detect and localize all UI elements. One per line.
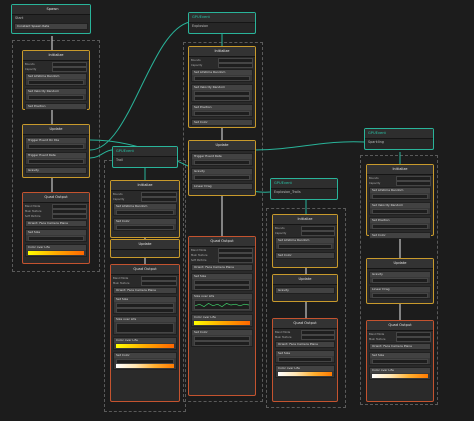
explosion-initialize[interactable]: Initialize Bounds Capacity Set Lifetime … (188, 46, 256, 128)
event-trail[interactable]: GPUEvent Trail (112, 146, 178, 168)
et-out-block-3[interactable]: Color over Life (275, 365, 335, 378)
main-initialize-title: Initialize (23, 51, 89, 61)
expl-upd-block-2[interactable]: Gravity (191, 168, 253, 181)
spawner-title: Spawn (12, 5, 90, 15)
sparkling-output[interactable]: Quad Output Blend Mode Main Texture Orie… (366, 320, 434, 402)
et-upd-block-1[interactable]: Gravity (275, 287, 335, 294)
main-update-title: Update (23, 125, 89, 135)
trail-out-block-3[interactable]: Size over Life (113, 316, 177, 335)
sp-out-block-2[interactable]: Set Size (369, 352, 431, 365)
sp-init-block-3[interactable]: Set Position (369, 217, 431, 230)
trail-out-block-4[interactable]: Color over Life (113, 337, 177, 350)
main-init-block-2[interactable]: Set Velocity Random (25, 88, 87, 101)
sp-out-block-3[interactable]: Color over Life (369, 367, 431, 380)
expl-out-block-2[interactable]: Set Size (191, 273, 253, 291)
spawner-start: Start (15, 16, 24, 20)
main-output[interactable]: Quad Output Blend Mode Main Texture Soft… (22, 192, 90, 264)
expl-upd-block-1[interactable]: Trigger Event Rate (191, 153, 253, 166)
expl-init-block-1[interactable]: Set Lifetime Random (191, 69, 253, 82)
sp-init-block-2[interactable]: Set Velocity Random (369, 202, 431, 215)
main-output-title: Quad Output (23, 193, 89, 203)
main-upd-block-1[interactable]: Trigger Event On Die (25, 137, 87, 150)
explosion-output[interactable]: Quad Output Blend Mode Main Texture Soft… (188, 236, 256, 396)
sparkling-initialize[interactable]: Initialize Bounds Capacity Set Lifetime … (366, 164, 434, 239)
trail-initialize[interactable]: Initialize Bounds Capacity Set Lifetime … (110, 180, 180, 238)
sp-upd-block-2[interactable]: Linear Drag (369, 286, 431, 299)
sparkling-update[interactable]: Update Gravity Linear Drag (366, 258, 434, 304)
main-init-block-1[interactable]: Set Lifetime Random (25, 73, 87, 86)
sp-upd-block-1[interactable]: Gravity (369, 271, 431, 284)
trail-init-block-2[interactable]: Set Color (113, 218, 177, 231)
expl-init-block-3[interactable]: Set Position (191, 104, 253, 117)
expl-out-block-1[interactable]: Orient: Face Camera Plane (191, 264, 253, 271)
main-out-block-2[interactable]: Set Size (25, 229, 87, 242)
event-explosion[interactable]: GPUEvent Explosion (188, 12, 256, 34)
trail-out-block-2[interactable]: Set Size (113, 296, 177, 314)
explosion-update[interactable]: Update Trigger Event Rate Gravity Linear… (188, 140, 256, 196)
sp-init-block-1[interactable]: Set Lifetime Random (369, 187, 431, 200)
trail-output[interactable]: Quad Output Blend Mode Main Texture Orie… (110, 264, 180, 402)
spawn-rate-label: Constant Spawn Rate (15, 24, 87, 29)
explosion-trails-initialize[interactable]: Initialize Bounds Capacity Set Lifetime … (272, 214, 338, 268)
expl-out-block-4[interactable]: Color over Life (191, 314, 253, 327)
expl-out-block-5[interactable]: Set Color (191, 329, 253, 347)
et-out-block-2[interactable]: Set Size (275, 350, 335, 363)
spawner-block[interactable]: Constant Spawn Rate (14, 23, 88, 30)
explosion-trails-output[interactable]: Quad Output Blend Mode Main Texture Orie… (272, 318, 338, 402)
trail-out-block-5[interactable]: Set Color (113, 352, 177, 370)
main-update[interactable]: Update Trigger Event On Die Trigger Even… (22, 124, 90, 178)
main-out-block-3[interactable]: Color over Life (25, 244, 87, 257)
spawner-context[interactable]: Spawn Start Constant Spawn Rate (11, 4, 91, 34)
main-out-block-1[interactable]: Orient: Face Camera Plane (25, 220, 87, 227)
et-init-block-1[interactable]: Set Lifetime Random (275, 237, 335, 250)
expl-init-block-2[interactable]: Set Velocity Random (191, 84, 253, 102)
et-out-block-1[interactable]: Orient: Face Camera Plane (275, 341, 335, 348)
main-upd-block-3[interactable]: Gravity (25, 167, 87, 174)
expl-out-block-3[interactable]: Size over Life (191, 293, 253, 312)
main-initialize[interactable]: Initialize Bounds Capacity Set Lifetime … (22, 50, 90, 110)
sp-out-block-1[interactable]: Orient: Face Camera Plane (369, 343, 431, 350)
event-trail-title: GPUEvent (113, 147, 177, 157)
trail-init-block-1[interactable]: Set Lifetime Random (113, 203, 177, 216)
expl-upd-block-3[interactable]: Linear Drag (191, 183, 253, 190)
expl-init-block-4[interactable]: Set Color (191, 119, 253, 126)
main-init-block-3[interactable]: Set Position (25, 103, 87, 110)
main-upd-block-2[interactable]: Trigger Event Rate (25, 152, 87, 165)
event-sparkling[interactable]: GPUEvent Sparkling (364, 128, 434, 150)
explosion-trails-update[interactable]: Update Gravity (272, 274, 338, 302)
event-explosion-trails[interactable]: GPUEvent Explosion_Trails (270, 178, 338, 200)
sp-init-block-4[interactable]: Set Color (369, 232, 431, 239)
et-init-block-2[interactable]: Set Color (275, 252, 335, 259)
trail-out-block-1[interactable]: Orient: Face Camera Plane (113, 287, 177, 294)
trail-update[interactable]: Update (110, 239, 180, 258)
